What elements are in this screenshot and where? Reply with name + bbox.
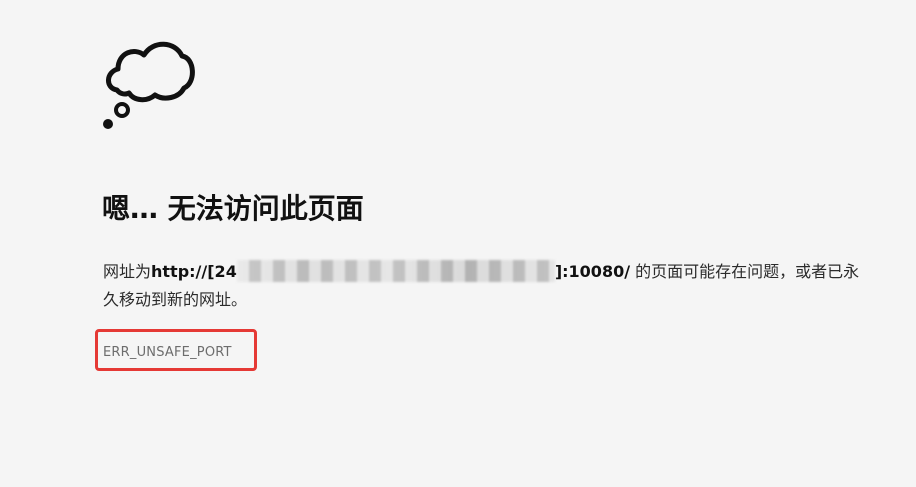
page-title: 嗯… 无法访问此页面 [102, 192, 364, 225]
thought-bubble-icon [103, 41, 195, 129]
redacted-url-segment [236, 259, 555, 282]
url-end: ]:10080/ [554, 262, 631, 281]
message-prefix: 网址为 [103, 262, 152, 281]
error-code: ERR_UNSAFE_PORT [103, 345, 232, 360]
error-description: 网址为http://[24]:10080/ 的页面可能存在问题，或者已永久移动到… [103, 258, 863, 314]
url-start: http://[24 [151, 262, 237, 281]
